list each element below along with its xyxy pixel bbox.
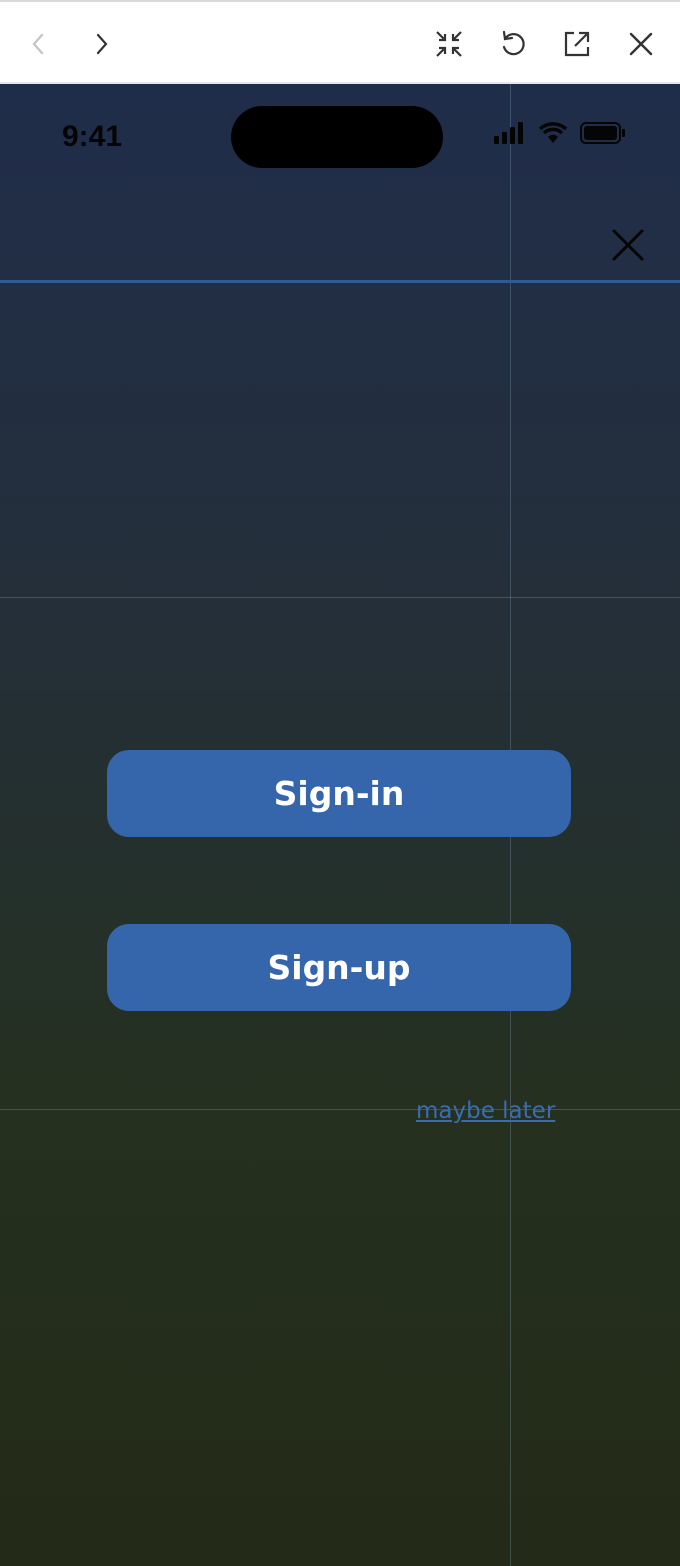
preview-toolbar [0,0,680,84]
close-icon[interactable] [621,24,661,64]
open-external-icon[interactable] [557,24,597,64]
guide-line-horizontal [0,1109,680,1110]
dynamic-island [231,106,443,168]
chevron-left-icon[interactable] [18,24,58,64]
status-time: 9:41 [62,120,123,153]
battery-icon [580,122,626,148]
status-icons [494,122,626,148]
close-icon[interactable] [608,225,648,265]
sign-in-button[interactable]: Sign-in [107,750,571,837]
maybe-later-link[interactable]: maybe later [416,1098,555,1124]
chevron-right-icon[interactable] [82,24,122,64]
wifi-icon [538,122,568,148]
guide-line-horizontal [0,597,680,598]
phone-screen: 9:41 Sign-in Sign-up maybe later [0,84,680,1566]
reload-icon[interactable] [493,24,533,64]
signal-icon [494,122,526,148]
sign-up-button[interactable]: Sign-up [107,924,571,1011]
header-divider [0,280,680,283]
collapse-icon[interactable] [429,24,469,64]
